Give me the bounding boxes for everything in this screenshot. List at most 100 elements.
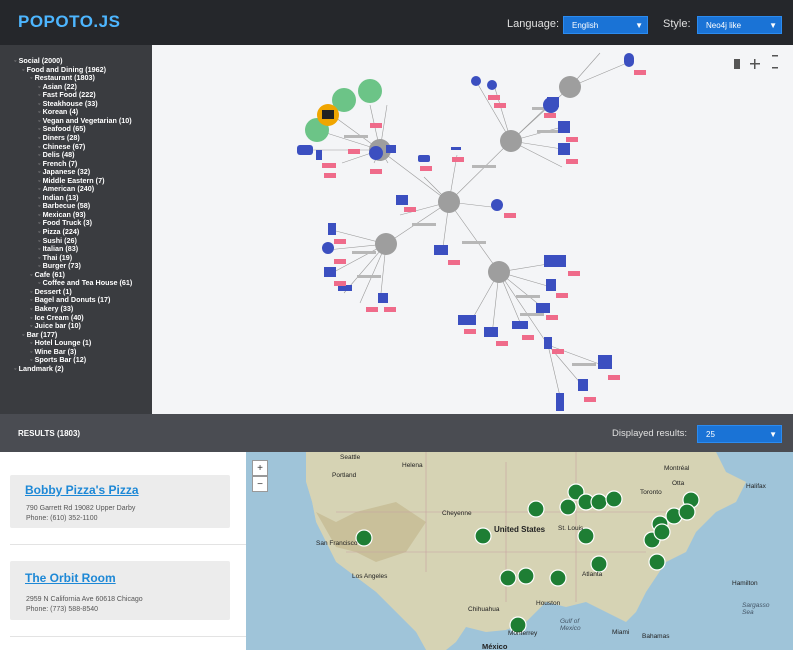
world-map-icon (297, 145, 313, 155)
flight-icon (451, 147, 461, 150)
family-icon (471, 76, 481, 86)
result-address: 790 Garrett Rd 19082 Upper Darby (26, 505, 136, 512)
result-title-link[interactable]: Bobby Pizza's Pizza (25, 483, 139, 497)
map-label: Los Angeles (352, 573, 388, 580)
chevron-down-icon: ▼ (769, 21, 777, 30)
map-label: Toronto (640, 489, 662, 496)
tree-bullet-icon: ◦ (38, 227, 41, 236)
map-label: Hamilton (732, 580, 758, 587)
map-label: Chihuahua (468, 606, 500, 613)
result-title-link[interactable]: The Orbit Room (25, 571, 116, 585)
map-canvas[interactable] (246, 452, 793, 650)
tree-bullet-icon: ◦ (38, 107, 41, 117)
map-label: México (482, 642, 508, 650)
wine-icon (316, 150, 322, 160)
baby-icon (558, 143, 570, 155)
map-label: Otta (672, 480, 685, 487)
graph-toolbar[interactable] (734, 55, 778, 69)
displayed-results-label: Displayed results: (612, 428, 687, 439)
restaurant-icon (322, 110, 334, 119)
zoom-out-button[interactable]: − (252, 476, 268, 492)
tree-bullet-icon: ◦ (22, 329, 25, 339)
car-icon (418, 155, 430, 162)
tree-bullet-icon: ◦ (38, 184, 41, 194)
jar-icon (328, 223, 336, 235)
kiwi-icon (491, 199, 503, 211)
group-icon (487, 80, 497, 90)
tree-bullet-icon: ◦ (38, 90, 41, 100)
zoom-in-button[interactable]: + (252, 460, 268, 476)
displayed-results-value: 25 (706, 430, 715, 439)
result-card[interactable]: Bobby Pizza's Pizza 790 Garrett Rd 19082… (10, 475, 230, 528)
bottle-icon (556, 393, 564, 411)
tree-layout-icon (734, 59, 740, 69)
tree-bullet-icon: ◦ (14, 363, 17, 373)
tree-bullet-icon: ◦ (30, 338, 33, 348)
cocktail-icon (544, 337, 552, 349)
beer-icon (598, 355, 612, 369)
chevron-down-icon: ▼ (769, 430, 777, 439)
result-separator (10, 544, 246, 545)
wifi-icon (434, 245, 448, 255)
result-card[interactable]: The Orbit Room 2959 N California Ave 606… (10, 561, 230, 620)
style-select[interactable]: Neo4j like ▼ (697, 16, 782, 34)
map-label: Halifax (746, 483, 766, 490)
truck-icon (544, 255, 566, 267)
map-label: Atlanta (582, 571, 603, 578)
hat-icon (484, 327, 498, 337)
map-label: Cheyenne (442, 510, 472, 517)
pint-icon (578, 379, 588, 391)
wc-icon (624, 53, 634, 67)
results-bar: RESULTS (1803) Displayed results: 25 ▼ (0, 414, 793, 452)
map-label: Portland (332, 472, 357, 479)
tree-bullet-icon: ◦ (38, 132, 41, 142)
tree-item-label: Landmark (2) (18, 363, 64, 373)
plate-icon (369, 146, 383, 160)
fullscreen-icon-b (772, 67, 778, 69)
results-map[interactable]: + − Seattle Portland Helena Montréal Tor… (246, 452, 793, 650)
style-select-value: Neo4j like (706, 21, 742, 30)
graph-canvas[interactable] (152, 45, 793, 414)
map-label: Helena (402, 462, 423, 469)
light-icon (378, 293, 388, 303)
tree-bullet-icon: ◦ (38, 244, 41, 254)
map-label: Miami (612, 629, 630, 636)
language-label: Language: (507, 18, 559, 30)
tree-bullet-icon: ◦ (38, 201, 41, 211)
tree-bullet-icon: ◦ (22, 64, 25, 74)
map-label: Seattle (340, 454, 361, 461)
map-label: United States (494, 525, 546, 534)
language-select[interactable]: English ▼ (563, 16, 648, 34)
result-phone: Phone: (773) 588-8540 (26, 606, 98, 613)
result-separator (10, 636, 246, 637)
displayed-results-select[interactable]: 25 ▼ (697, 425, 782, 443)
green-node[interactable] (358, 79, 382, 103)
people-icon (543, 97, 559, 113)
boat-icon (458, 315, 476, 325)
map-label: San Francisco (316, 540, 358, 547)
top-bar: POPOTO.JS Language: English ▼ Style: Neo… (0, 0, 793, 45)
map-label: Bahamas (642, 633, 670, 640)
results-list: Bobby Pizza's Pizza 790 Garrett Rd 19082… (0, 452, 246, 650)
coffee-icon (386, 145, 396, 153)
tree-bullet-icon: ◦ (30, 269, 33, 279)
fullscreen-icon (772, 55, 778, 57)
map-label: Sargasso Sea (742, 602, 770, 616)
chevron-down-icon: ▼ (635, 21, 643, 30)
tree-item[interactable]: ◦ Landmark (2) (14, 363, 64, 373)
language-select-value: English (572, 21, 599, 30)
style-label: Style: (663, 18, 691, 30)
count-badges (322, 70, 646, 402)
ship-icon (512, 321, 528, 329)
book-icon (396, 195, 408, 205)
tree-bullet-icon: ◦ (14, 56, 17, 65)
pot-icon (536, 303, 550, 313)
query-graph[interactable] (152, 45, 793, 414)
results-title: RESULTS (1803) (18, 429, 81, 438)
taxonomy-tree: ◦ Social (2000) ◦ Food and Dining (1962) ◦ Re… (0, 45, 152, 414)
app-logo: POPOTO.JS (18, 12, 121, 31)
trash-icon (546, 279, 556, 291)
map-label: Houston (536, 600, 561, 607)
tree-bullet-icon: ◦ (30, 303, 33, 313)
map-icon (324, 267, 336, 277)
